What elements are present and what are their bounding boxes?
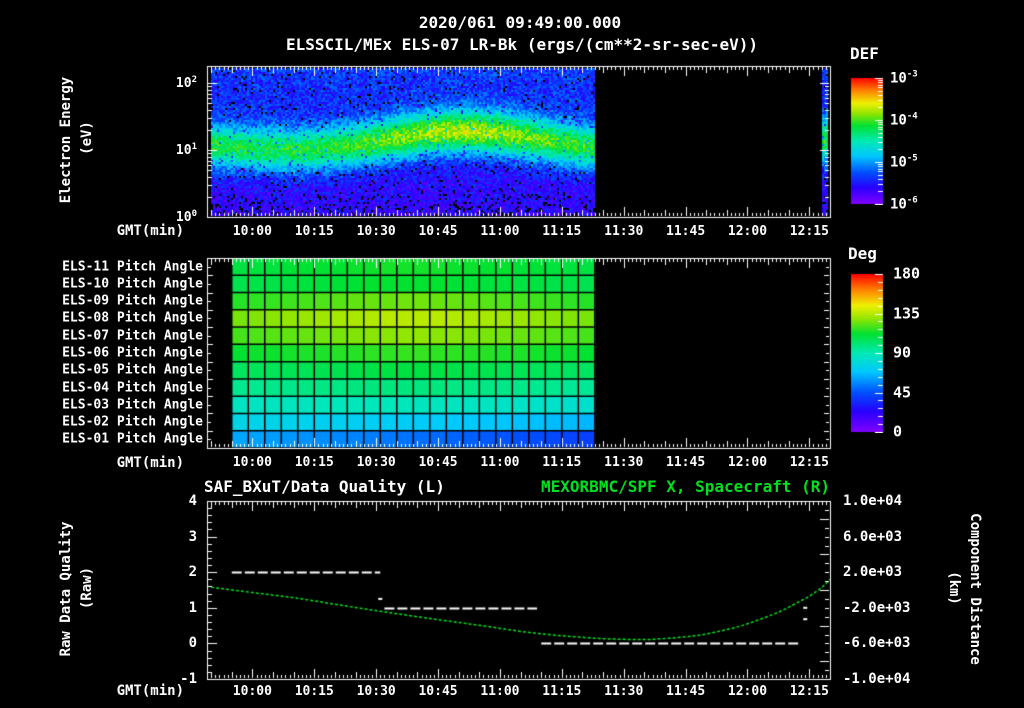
quality-ytick-label: 3 [188, 528, 197, 545]
energy-ylabel-unit: (eV) [79, 121, 95, 155]
deg-colorbar-title: Deg [848, 244, 877, 263]
deg-colorbar-tick-label: 0 [893, 422, 903, 441]
pitch-row-label: ELS-06 Pitch Angle [62, 345, 203, 361]
spectrogram-panel [204, 63, 833, 220]
pitch-row-label: ELS-01 Pitch Angle [62, 431, 203, 447]
distance-ytick-label: -6.0e+03 [843, 635, 911, 652]
time-tick-label: 12:15 [789, 455, 829, 470]
time-tick-label: 11:30 [604, 224, 644, 239]
def-colorbar-tick-label: 10-5 [890, 153, 918, 171]
pitch-row-label: ELS-08 Pitch Angle [62, 310, 203, 326]
quality-ytick-label: 0 [188, 635, 197, 652]
quality-ylabel: Raw Data Quality [58, 521, 74, 657]
pitch-angle-panel [204, 255, 833, 451]
def-colorbar [850, 77, 884, 205]
quality-distance-panel [204, 498, 833, 682]
time-tick-label: 11:00 [480, 684, 520, 699]
quality-ylabel-unit: (Raw) [79, 566, 95, 610]
quality-title-left: SAF_BXuT/Data Quality (L) [204, 477, 445, 496]
distance-ytick-label: 2.0e+03 [843, 564, 903, 581]
time-tick-label: 11:45 [666, 455, 706, 470]
time-tick-label: 10:00 [232, 684, 272, 699]
pitch-row-label: ELS-10 Pitch Angle [62, 276, 203, 292]
time-tick-label: 10:45 [418, 684, 458, 699]
time-tick-label: 12:15 [789, 224, 829, 239]
time-tick-label: 11:45 [666, 224, 706, 239]
deg-colorbar-tick-label: 90 [893, 343, 912, 362]
pitch-row-label: ELS-07 Pitch Angle [62, 328, 203, 344]
energy-ytick-label: 102 [175, 75, 197, 92]
time-tick-label: 11:30 [604, 684, 644, 699]
pitch-row-label: ELS-05 Pitch Angle [62, 362, 203, 378]
time-tick-label: 10:30 [356, 684, 396, 699]
energy-ytick-label: 100 [175, 208, 197, 226]
deg-colorbar [850, 273, 884, 433]
time-tick-label: 10:30 [356, 224, 396, 239]
time-tick-label: 10:00 [232, 455, 272, 470]
gmt-axis-label-pitch: GMT(min) [116, 455, 184, 471]
time-tick-label: 10:45 [418, 224, 458, 239]
distance-ytick-label: -2.0e+03 [843, 599, 911, 616]
distance-ylabel-unit: (km) [946, 571, 962, 605]
def-colorbar-tick-label: 10-3 [890, 69, 918, 87]
def-colorbar-title: DEF [850, 44, 879, 63]
deg-colorbar-tick-label: 180 [893, 264, 921, 283]
els-quicklook-screen: 2020/061 09:49:00.000 ELSSCIL/MEx ELS-07… [0, 0, 1024, 708]
time-tick-label: 10:30 [356, 455, 396, 470]
pitch-row-label: ELS-03 Pitch Angle [62, 397, 203, 413]
distance-ytick-label: 6.0e+03 [843, 528, 903, 545]
quality-ytick-label: -1 [180, 671, 197, 687]
quality-title-right: MEXORBMC/SPF X, Spacecraft (R) [541, 477, 830, 496]
pitch-row-label: ELS-04 Pitch Angle [62, 380, 203, 396]
def-colorbar-tick-label: 10-6 [890, 195, 918, 213]
page-title-timestamp: 2020/061 09:49:00.000 [418, 13, 622, 32]
quality-ytick-label: 2 [188, 564, 197, 581]
energy-ytick-label: 101 [175, 142, 197, 159]
gmt-axis-label-spectrogram: GMT(min) [116, 223, 184, 239]
time-tick-label: 10:15 [294, 684, 334, 699]
time-tick-label: 10:15 [294, 455, 334, 470]
time-tick-label: 12:00 [727, 684, 768, 699]
def-colorbar-tick-label: 10-4 [890, 111, 918, 129]
time-tick-label: 11:00 [480, 224, 520, 239]
time-tick-label: 10:15 [294, 224, 334, 239]
time-tick-label: 10:00 [232, 224, 272, 239]
time-tick-label: 11:30 [604, 455, 644, 470]
deg-colorbar-tick-label: 135 [893, 304, 921, 322]
quality-ytick-label: 1 [188, 599, 197, 616]
pitch-row-label: ELS-02 Pitch Angle [62, 414, 203, 430]
pitch-row-label: ELS-11 Pitch Angle [62, 259, 203, 275]
page-title-instrument: ELSSCIL/MEx ELS-07 LR-Bk (ergs/(cm**2-sr… [285, 35, 759, 54]
time-tick-label: 12:15 [789, 684, 829, 699]
pitch-row-label: ELS-09 Pitch Angle [62, 293, 203, 309]
time-tick-label: 11:15 [542, 455, 582, 470]
time-tick-label: 11:00 [480, 455, 520, 470]
time-tick-label: 11:15 [542, 224, 582, 239]
distance-ytick-label: 1.0e+04 [843, 493, 903, 509]
time-tick-label: 11:45 [666, 684, 706, 699]
time-tick-label: 11:15 [542, 684, 582, 699]
quality-ytick-label: 4 [188, 493, 197, 509]
distance-ytick-label: -1.0e+04 [843, 671, 911, 687]
deg-colorbar-tick-label: 45 [893, 383, 912, 401]
energy-ylabel: Electron Energy [58, 76, 74, 204]
gmt-axis-label-quality: GMT(min) [116, 683, 184, 699]
time-tick-label: 12:00 [727, 455, 768, 470]
time-tick-label: 12:00 [727, 224, 768, 239]
time-tick-label: 10:45 [418, 455, 458, 470]
distance-ylabel: Component Distance [967, 513, 983, 665]
